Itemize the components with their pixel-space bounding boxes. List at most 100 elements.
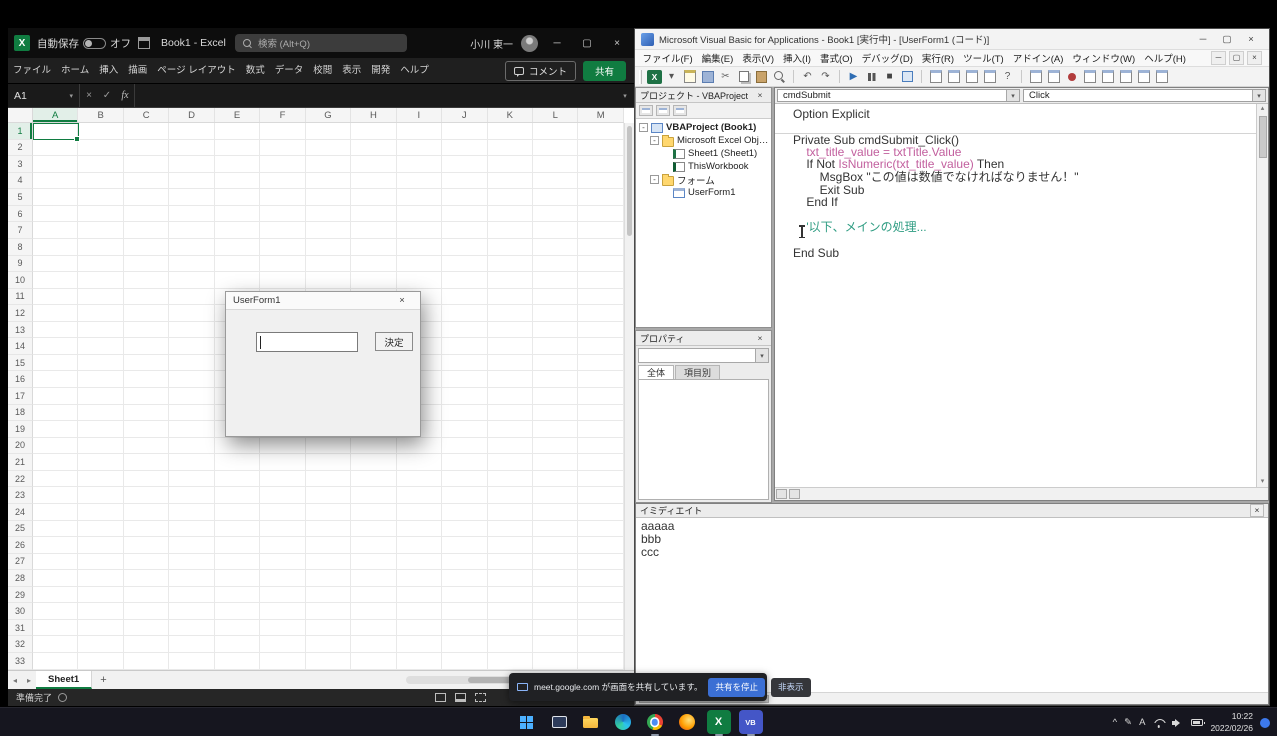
- cell-B11[interactable]: [78, 289, 123, 306]
- dropdown-caret-icon[interactable]: ▾: [1006, 90, 1019, 101]
- cell-D22[interactable]: [169, 471, 214, 488]
- cell-B30[interactable]: [78, 603, 123, 620]
- cell-I7[interactable]: [397, 222, 442, 239]
- copy-button[interactable]: [735, 69, 752, 85]
- cell-I1[interactable]: [397, 123, 442, 140]
- cell-A33[interactable]: [33, 653, 78, 670]
- cell-E31[interactable]: [215, 620, 260, 637]
- column-header-C[interactable]: C: [124, 108, 169, 122]
- vba-menu-item-3[interactable]: 表示(V): [738, 51, 779, 65]
- cell-G3[interactable]: [306, 156, 351, 173]
- cell-B4[interactable]: [78, 173, 123, 190]
- name-box[interactable]: A1 ▾: [8, 84, 80, 107]
- child-close-button[interactable]: ×: [1247, 51, 1262, 65]
- cell-K4[interactable]: [488, 173, 533, 190]
- cell-L21[interactable]: [533, 454, 578, 471]
- cell-J32[interactable]: [442, 636, 487, 653]
- edge-button[interactable]: [611, 710, 635, 734]
- cell-L19[interactable]: [533, 421, 578, 438]
- cell-I29[interactable]: [397, 587, 442, 604]
- child-restore-button[interactable]: ▢: [1229, 51, 1244, 65]
- toggle-breakpoint-button[interactable]: [1063, 69, 1080, 85]
- cell-K15[interactable]: [488, 355, 533, 372]
- firefox-button[interactable]: [675, 710, 699, 734]
- column-header-H[interactable]: H: [351, 108, 396, 122]
- dropdown-caret-icon[interactable]: ▾: [755, 349, 768, 362]
- cell-I21[interactable]: [397, 454, 442, 471]
- cell-B31[interactable]: [78, 620, 123, 637]
- cell-M4[interactable]: [578, 173, 623, 190]
- cell-M17[interactable]: [578, 388, 623, 405]
- cell-C12[interactable]: [124, 305, 169, 322]
- cell-F8[interactable]: [260, 239, 305, 256]
- cell-M21[interactable]: [578, 454, 623, 471]
- vba-menu-item-8[interactable]: ツール(T): [959, 51, 1009, 65]
- cell-D28[interactable]: [169, 570, 214, 587]
- vba-menu-item-6[interactable]: デバッグ(D): [857, 51, 917, 65]
- cell-B13[interactable]: [78, 322, 123, 339]
- add-sheet-button[interactable]: +: [92, 674, 114, 686]
- cell-F31[interactable]: [260, 620, 305, 637]
- full-module-view-button[interactable]: [789, 489, 800, 499]
- procedure-view-button[interactable]: [776, 489, 787, 499]
- vba-menu-item-2[interactable]: 編集(E): [697, 51, 738, 65]
- bookmark-button[interactable]: [1117, 69, 1134, 85]
- cell-H5[interactable]: [351, 189, 396, 206]
- cell-K11[interactable]: [488, 289, 533, 306]
- toolbox-button[interactable]: [981, 69, 998, 85]
- cell-I33[interactable]: [397, 653, 442, 670]
- column-header-J[interactable]: J: [442, 108, 487, 122]
- cell-C16[interactable]: [124, 371, 169, 388]
- cell-L4[interactable]: [533, 173, 578, 190]
- hidden-icons-chevron[interactable]: ^: [1113, 717, 1117, 728]
- cell-J8[interactable]: [442, 239, 487, 256]
- pen-icon[interactable]: ✎: [1124, 717, 1132, 728]
- cell-A3[interactable]: [33, 156, 78, 173]
- cell-E29[interactable]: [215, 587, 260, 604]
- cell-I26[interactable]: [397, 537, 442, 554]
- cell-C26[interactable]: [124, 537, 169, 554]
- vba-menu-item-5[interactable]: 書式(O): [815, 51, 857, 65]
- tree-item-5[interactable]: -フォーム: [636, 173, 771, 186]
- cell-J15[interactable]: [442, 355, 487, 372]
- cell-D11[interactable]: [169, 289, 214, 306]
- cell-J19[interactable]: [442, 421, 487, 438]
- minimize-button[interactable]: ─: [546, 38, 568, 49]
- row-header-25[interactable]: 25: [8, 521, 33, 538]
- cell-F28[interactable]: [260, 570, 305, 587]
- cell-M6[interactable]: [578, 206, 623, 223]
- cell-L27[interactable]: [533, 554, 578, 571]
- save-icon[interactable]: [138, 37, 150, 49]
- cell-K25[interactable]: [488, 521, 533, 538]
- tree-item-2[interactable]: -Microsoft Excel Objects: [636, 134, 771, 147]
- cell-M16[interactable]: [578, 371, 623, 388]
- cell-B33[interactable]: [78, 653, 123, 670]
- cell-M10[interactable]: [578, 272, 623, 289]
- cell-E20[interactable]: [215, 438, 260, 455]
- select-all-button[interactable]: [8, 108, 33, 122]
- cell-K17[interactable]: [488, 388, 533, 405]
- cell-A16[interactable]: [33, 371, 78, 388]
- cell-K9[interactable]: [488, 256, 533, 273]
- cell-G33[interactable]: [306, 653, 351, 670]
- row-header-30[interactable]: 30: [8, 603, 33, 620]
- column-header-D[interactable]: D: [169, 108, 214, 122]
- row-header-10[interactable]: 10: [8, 272, 33, 289]
- column-header-I[interactable]: I: [397, 108, 442, 122]
- cell-I9[interactable]: [397, 256, 442, 273]
- cell-F1[interactable]: [260, 123, 305, 140]
- cell-H30[interactable]: [351, 603, 396, 620]
- cell-A1[interactable]: [33, 123, 78, 140]
- cell-K29[interactable]: [488, 587, 533, 604]
- cell-K13[interactable]: [488, 322, 533, 339]
- ribbon-tab-5[interactable]: ページ レイアウト: [152, 58, 240, 84]
- cell-G7[interactable]: [306, 222, 351, 239]
- cell-M8[interactable]: [578, 239, 623, 256]
- cell-M31[interactable]: [578, 620, 623, 637]
- cell-G25[interactable]: [306, 521, 351, 538]
- cell-K5[interactable]: [488, 189, 533, 206]
- cell-F9[interactable]: [260, 256, 305, 273]
- cell-H32[interactable]: [351, 636, 396, 653]
- vertical-scrollbar-thumb[interactable]: [627, 126, 632, 236]
- cell-E28[interactable]: [215, 570, 260, 587]
